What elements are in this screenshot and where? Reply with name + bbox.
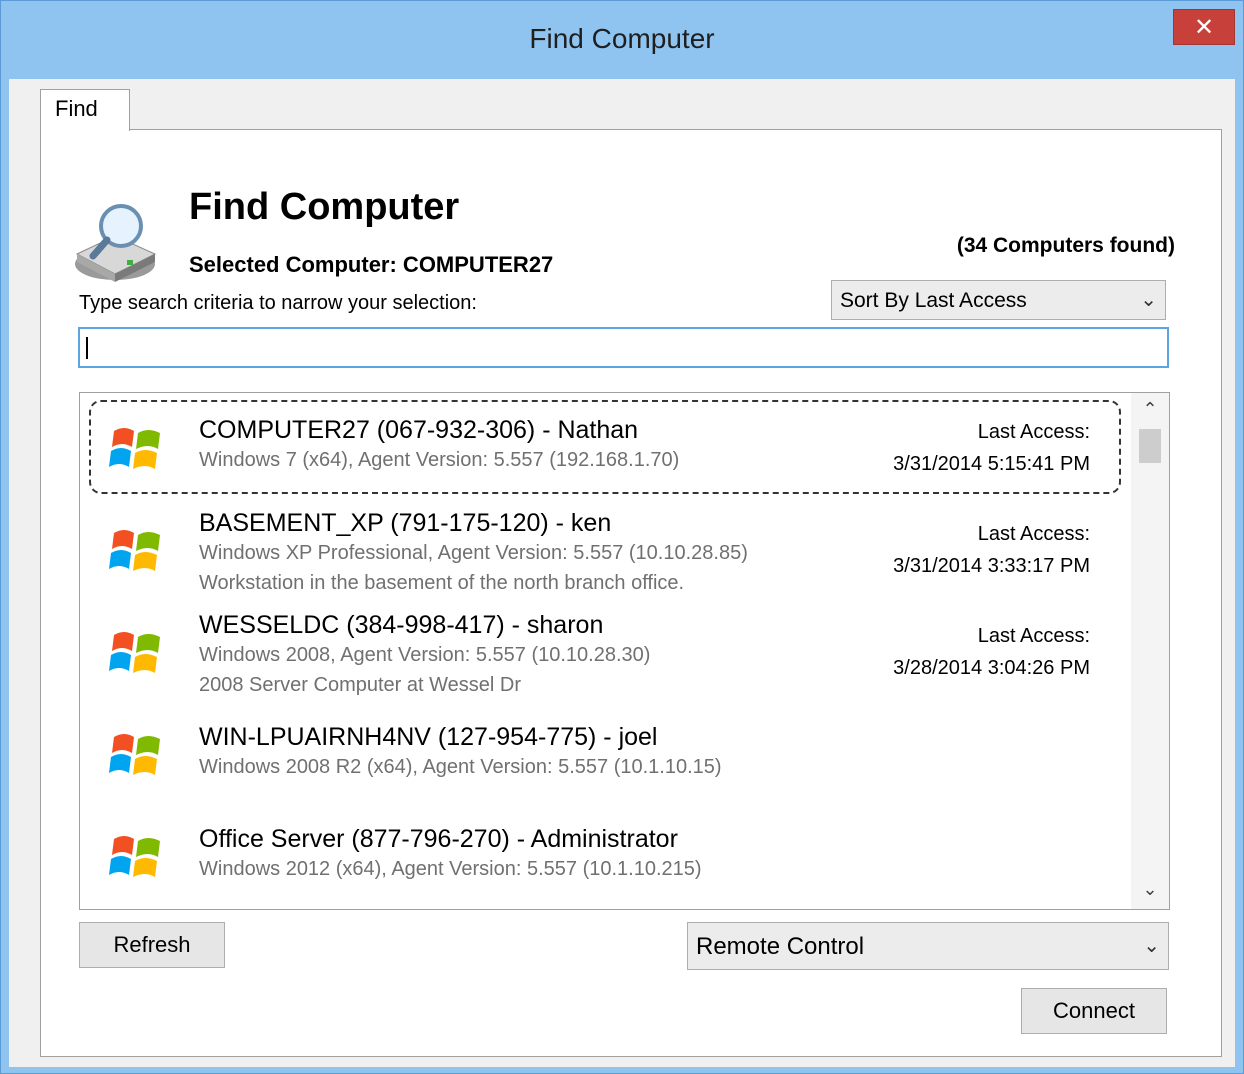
windows-logo-icon (109, 530, 160, 571)
connect-button[interactable]: Connect (1021, 988, 1167, 1034)
action-dropdown[interactable]: Remote Control ⌄ (687, 922, 1169, 970)
scrollbar-thumb[interactable] (1139, 429, 1161, 463)
computer-name: BASEMENT_XP (791-175-120) - ken (199, 509, 612, 537)
computer-os: Windows 2008, Agent Version: 5.557 (10.1… (199, 644, 651, 666)
last-access-date: 3/31/2014 5:15:41 PM (893, 453, 1090, 475)
computer-description: Workstation in the basement of the north… (199, 572, 685, 594)
computer-name: Office Server (877-796-270) - Administra… (199, 825, 678, 853)
last-access-label: Last Access: (977, 523, 1090, 545)
search-input[interactable] (78, 327, 1169, 368)
close-button[interactable]: ✕ (1173, 9, 1235, 45)
computer-os: Windows 2008 R2 (x64), Agent Version: 5.… (199, 756, 722, 778)
last-access-date: 3/31/2014 3:33:17 PM (893, 555, 1090, 577)
computer-name: WIN-LPUAIRNH4NV (127-954-775) - joel (199, 723, 658, 751)
chevron-down-icon: ⌄ (1140, 289, 1157, 311)
sort-dropdown[interactable]: Sort By Last Access ⌄ (831, 280, 1166, 320)
computer-description: 2008 Server Computer at Wessel Dr (199, 674, 521, 696)
find-computer-window: Find Computer ✕ Find Find Computer Selec… (0, 0, 1244, 1074)
computer-os: Windows 2012 (x64), Agent Version: 5.557… (199, 858, 702, 880)
last-access-label: Last Access: (977, 421, 1090, 443)
sort-dropdown-value: Sort By Last Access (840, 289, 1027, 312)
computer-name: COMPUTER27 (067-932-306) - Nathan (199, 416, 639, 444)
computer-list[interactable]: COMPUTER27 (067-932-306) - Nathan Window… (79, 392, 1170, 910)
text-cursor (86, 337, 88, 359)
search-criteria-label: Type search criteria to narrow your sele… (79, 292, 477, 314)
find-tab-panel: Find Computer Selected Computer: COMPUTE… (40, 129, 1222, 1057)
title-bar[interactable]: Find Computer ✕ (1, 1, 1243, 79)
windows-logo-icon (109, 428, 160, 469)
list-item[interactable]: BASEMENT_XP (791-175-120) - ken Windows … (80, 495, 1130, 597)
last-access-date: 3/28/2014 3:04:26 PM (893, 657, 1090, 679)
computer-count: (34 Computers found) (956, 234, 1175, 257)
chevron-down-icon[interactable]: ⌄ (1131, 879, 1169, 903)
computer-search-icon (75, 204, 157, 282)
windows-logo-icon (109, 734, 160, 775)
computer-os: Windows XP Professional, Agent Version: … (199, 542, 748, 564)
windows-logo-icon (109, 836, 160, 877)
list-item[interactable]: WESSELDC (384-998-417) - sharon Windows … (80, 597, 1130, 699)
chevron-up-icon[interactable]: ⌃ (1131, 399, 1169, 423)
client-area: Find Find Computer Selected Computer: CO… (9, 79, 1235, 1067)
list-scrollbar[interactable]: ⌃ ⌄ (1131, 393, 1169, 909)
list-item[interactable]: WIN-LPUAIRNH4NV (127-954-775) - joel Win… (80, 699, 1130, 801)
tab-find[interactable]: Find (40, 89, 130, 131)
last-access-label: Last Access: (977, 625, 1090, 647)
computer-name: WESSELDC (384-998-417) - sharon (199, 611, 604, 639)
windows-logo-icon (109, 632, 160, 673)
selected-computer-label: Selected Computer: COMPUTER27 (189, 252, 554, 277)
computer-os: Windows 7 (x64), Agent Version: 5.557 (1… (199, 449, 680, 471)
page-title: Find Computer (189, 186, 460, 228)
action-dropdown-value: Remote Control (696, 933, 865, 960)
chevron-down-icon: ⌄ (1143, 935, 1160, 957)
list-item[interactable]: Office Server (877-796-270) - Administra… (80, 801, 1130, 903)
refresh-button[interactable]: Refresh (79, 922, 225, 968)
window-title: Find Computer (529, 23, 715, 54)
list-item[interactable]: COMPUTER27 (067-932-306) - Nathan Window… (80, 393, 1130, 495)
focus-rectangle (89, 400, 1121, 494)
